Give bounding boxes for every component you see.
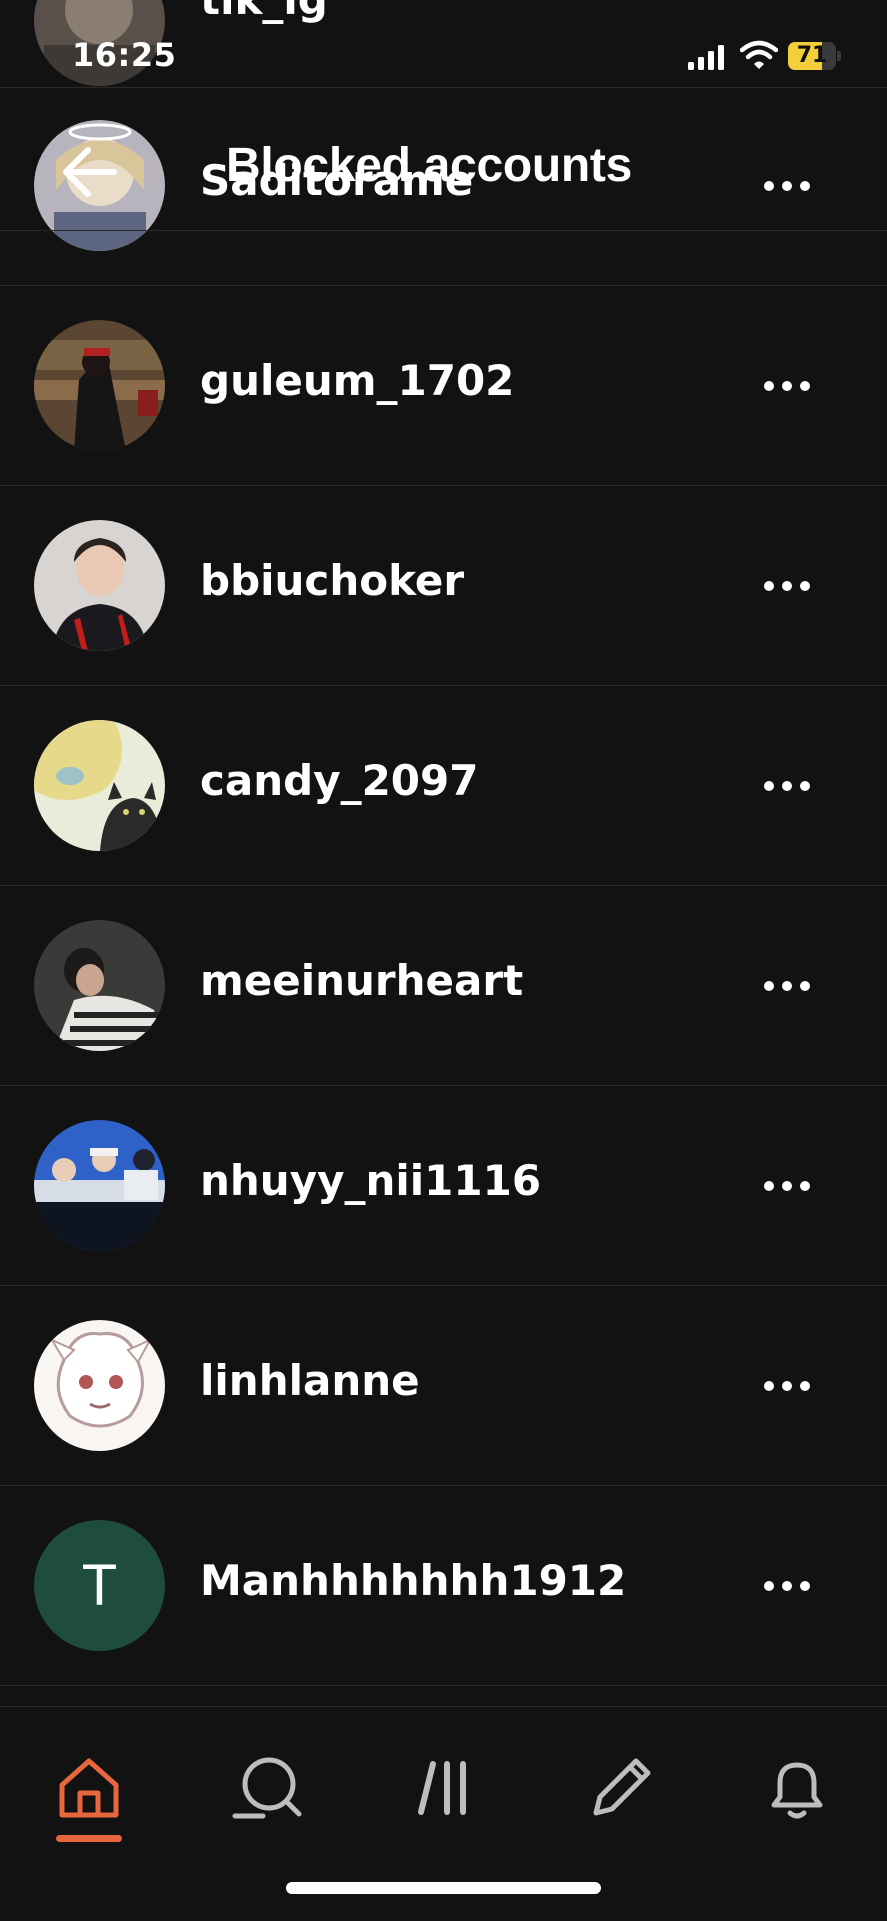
avatar: [34, 720, 165, 851]
battery-icon: 71: [788, 42, 842, 70]
avatar-letter: T: [81, 1553, 118, 1618]
avatar: [34, 520, 165, 651]
avatar: [34, 1120, 165, 1251]
battery-level: 71: [796, 43, 828, 68]
search-icon: [232, 1757, 302, 1819]
tab-home[interactable]: [44, 1743, 134, 1833]
username: candy_2097: [200, 756, 479, 805]
back-button[interactable]: [54, 136, 126, 208]
active-tab-indicator: [56, 1835, 122, 1842]
more-options-button[interactable]: [750, 366, 824, 406]
status-bar: 16:25 71: [0, 0, 887, 86]
list-item[interactable]: linhlanne: [0, 1286, 887, 1486]
page-title: Blocked accounts: [226, 139, 632, 192]
tab-write[interactable]: [576, 1743, 666, 1833]
username: linhlanne: [200, 1356, 420, 1405]
list-item[interactable]: T Manhhhhhhh1912: [0, 1486, 887, 1686]
home-icon: [59, 1758, 119, 1818]
pencil-icon: [593, 1758, 651, 1816]
list-item[interactable]: nhuyy_nii1116: [0, 1086, 887, 1286]
avatar: T: [34, 1520, 165, 1651]
tab-notifications[interactable]: [752, 1743, 842, 1833]
avatar: [34, 1320, 165, 1451]
bell-icon: [771, 1762, 823, 1819]
username: nhuyy_nii1116: [200, 1156, 542, 1205]
home-indicator: [286, 1882, 601, 1894]
username: meeinurheart: [200, 956, 524, 1005]
wifi-icon: [740, 40, 778, 69]
list-item[interactable]: meeinurheart: [0, 886, 887, 1086]
list-item[interactable]: bbiuchoker: [0, 486, 887, 686]
tab-feed[interactable]: [400, 1743, 490, 1833]
username: Manhhhhhhh1912: [200, 1556, 627, 1605]
avatar: [34, 320, 165, 451]
username: bbiuchoker: [200, 556, 465, 605]
status-time: 16:25: [72, 36, 177, 74]
avatar: [34, 920, 165, 1051]
tab-search[interactable]: [222, 1743, 312, 1833]
more-options-button[interactable]: [750, 566, 824, 606]
header: Blocked accounts: [0, 86, 887, 231]
feed-icon: [418, 1761, 466, 1815]
list-item[interactable]: guleum_1702: [0, 286, 887, 486]
list-item[interactable]: candy_2097: [0, 686, 887, 886]
cellular-signal-icon: [688, 45, 724, 70]
more-options-button[interactable]: [750, 1366, 824, 1406]
more-options-button[interactable]: [750, 966, 824, 1006]
username: guleum_1702: [200, 356, 515, 405]
more-options-button[interactable]: [750, 1566, 824, 1606]
more-options-button[interactable]: [750, 1166, 824, 1206]
arrow-left-icon: [63, 147, 117, 197]
more-options-button[interactable]: [750, 766, 824, 806]
